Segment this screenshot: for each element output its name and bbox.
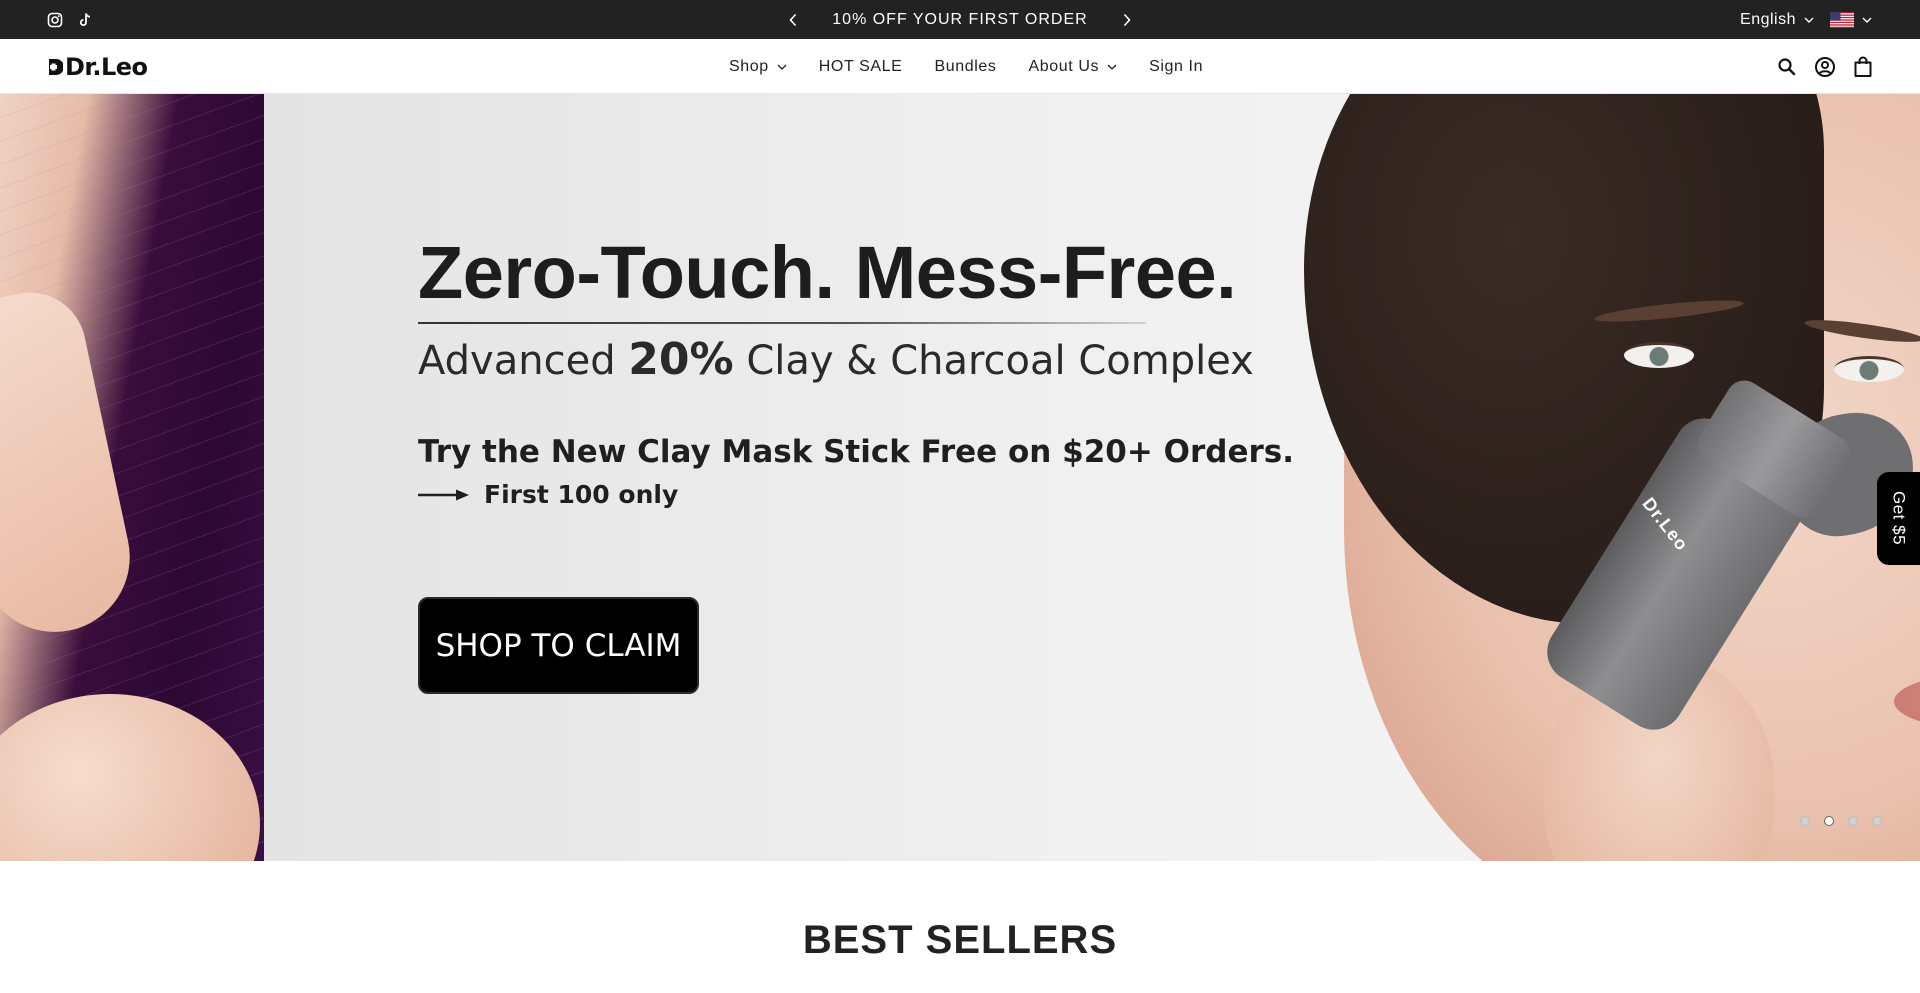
us-flag-icon bbox=[1830, 11, 1854, 28]
hero-carousel: Dr.Leo Zero-Touch. Mess-Free. Advanced 2… bbox=[0, 94, 1920, 861]
announcement-carousel: 10% OFF YOUR FIRST ORDER bbox=[760, 0, 1160, 39]
site-header: Dr.Leo Shop HOT SALE Bundles About Us Si… bbox=[0, 39, 1920, 94]
chevron-down-icon bbox=[1107, 64, 1117, 70]
hero-subhead: Advanced 20% Clay & Charcoal Complex bbox=[418, 334, 1254, 385]
shop-to-claim-button[interactable]: SHOP TO CLAIM bbox=[418, 597, 699, 694]
subhead-pre: Advanced bbox=[418, 338, 629, 384]
carousel-dot-1[interactable] bbox=[1800, 816, 1810, 826]
announcement-bar: 10% OFF YOUR FIRST ORDER English bbox=[0, 0, 1920, 39]
hero-offer: Try the New Clay Mask Stick Free on $20+… bbox=[418, 434, 1294, 470]
side-tab-label: Get $5 bbox=[1889, 491, 1909, 546]
nav-about-us-label: About Us bbox=[1028, 57, 1100, 75]
search-icon[interactable] bbox=[1777, 57, 1797, 77]
nav-bundles-label: Bundles bbox=[934, 57, 997, 75]
chevron-down-icon bbox=[777, 64, 787, 70]
announcement-text[interactable]: 10% OFF YOUR FIRST ORDER bbox=[832, 11, 1087, 29]
divider bbox=[418, 322, 1146, 324]
locale-selectors: English bbox=[1740, 0, 1872, 39]
limit-text: First 100 only bbox=[484, 480, 679, 509]
arrow-right-icon bbox=[418, 489, 469, 500]
chevron-down-icon bbox=[1862, 17, 1872, 23]
main-nav: Shop HOT SALE Bundles About Us Sign In bbox=[729, 39, 1203, 94]
nav-bundles[interactable]: Bundles bbox=[934, 58, 996, 76]
chevron-down-icon bbox=[1804, 17, 1814, 23]
hero-headline: Zero-Touch. Mess-Free. bbox=[418, 231, 1237, 314]
nav-hot-sale-label: HOT SALE bbox=[818, 57, 903, 75]
chevron-left-icon[interactable] bbox=[784, 11, 802, 29]
language-selector[interactable]: English bbox=[1740, 11, 1814, 29]
tiktok-icon[interactable] bbox=[77, 12, 93, 28]
hero-limit: First 100 only bbox=[418, 480, 678, 509]
cart-icon[interactable] bbox=[1853, 56, 1873, 78]
language-label: English bbox=[1740, 10, 1796, 28]
get-5-side-tab[interactable]: Get $5 bbox=[1877, 472, 1920, 565]
carousel-pagination bbox=[1800, 816, 1882, 826]
chevron-right-icon[interactable] bbox=[1118, 11, 1136, 29]
logo-text: Dr.Leo bbox=[65, 53, 148, 81]
social-links bbox=[47, 0, 93, 39]
eye-right bbox=[1834, 356, 1904, 382]
header-actions bbox=[1777, 39, 1873, 94]
hero-slide: Dr.Leo bbox=[264, 94, 1920, 861]
logo-mark-icon bbox=[49, 59, 63, 75]
instagram-icon[interactable] bbox=[47, 12, 63, 28]
carousel-dot-2[interactable] bbox=[1824, 816, 1834, 826]
nav-sign-in-label: Sign In bbox=[1149, 57, 1204, 75]
nav-shop[interactable]: Shop bbox=[729, 58, 787, 76]
nav-hot-sale[interactable]: HOT SALE bbox=[819, 58, 903, 76]
nav-sign-in[interactable]: Sign In bbox=[1149, 58, 1203, 76]
eye-left bbox=[1624, 342, 1694, 368]
section-title: BEST SELLERS bbox=[802, 918, 1118, 962]
previous-slide-peek[interactable] bbox=[0, 94, 264, 861]
logo[interactable]: Dr.Leo bbox=[47, 53, 148, 81]
carousel-dot-3[interactable] bbox=[1848, 816, 1858, 826]
country-selector[interactable] bbox=[1830, 11, 1872, 28]
account-icon[interactable] bbox=[1814, 56, 1836, 78]
carousel-dot-4[interactable] bbox=[1872, 816, 1882, 826]
nav-about-us[interactable]: About Us bbox=[1028, 58, 1117, 76]
nav-shop-label: Shop bbox=[729, 57, 769, 75]
subhead-bold: 20% bbox=[628, 334, 734, 385]
subhead-post: Clay & Charcoal Complex bbox=[733, 338, 1254, 384]
